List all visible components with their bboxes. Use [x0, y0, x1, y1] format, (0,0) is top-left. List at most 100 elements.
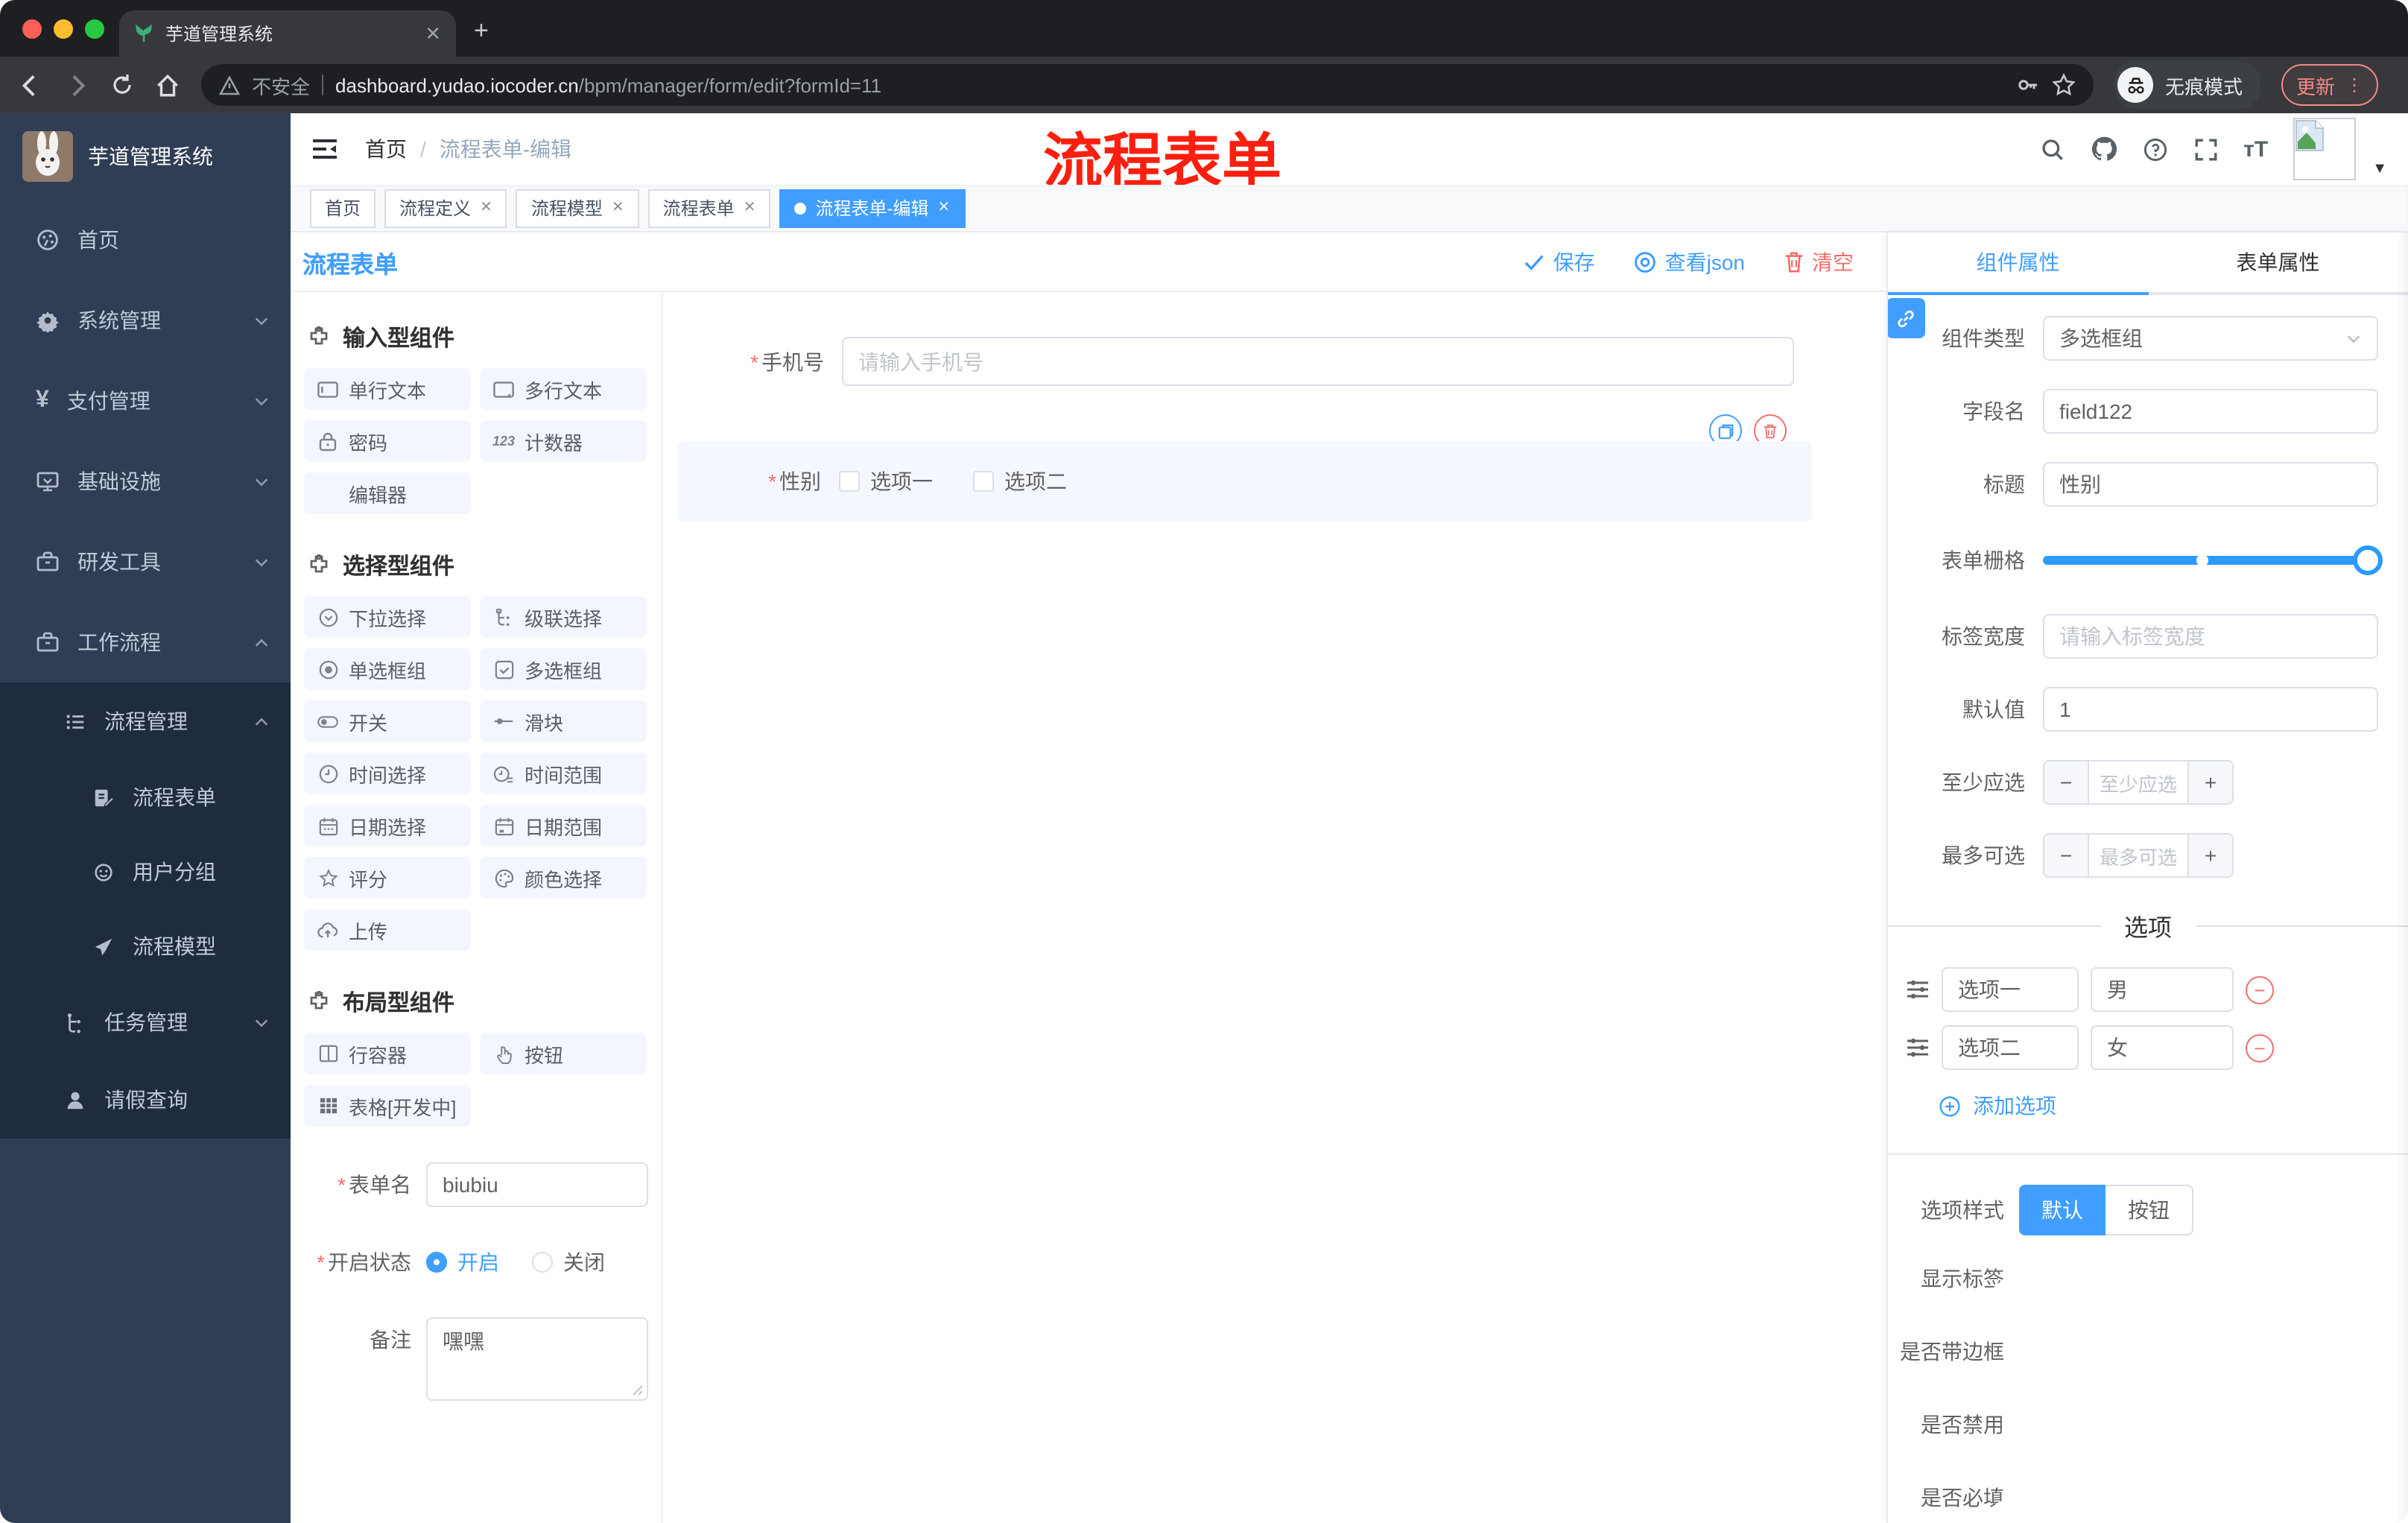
option2-label-input[interactable]: 选项二 [1942, 1025, 2079, 1070]
drag-handle-icon[interactable] [1906, 979, 1930, 1000]
gender-option2-checkbox[interactable]: 选项二 [973, 466, 1067, 496]
reload-icon[interactable] [110, 73, 134, 97]
fullscreen-icon[interactable] [2193, 136, 2218, 162]
palette-item-table[interactable]: 表格[开发中] [304, 1085, 471, 1127]
max-select-input[interactable]: 最多可选 [2088, 835, 2189, 876]
sidebar-item-process-model[interactable]: 流程模型 [0, 909, 291, 984]
palette-item-color[interactable]: 颜色选择 [480, 857, 647, 899]
form-name-input[interactable]: biubiu [426, 1162, 648, 1207]
status-off-radio[interactable]: 关闭 [532, 1247, 605, 1277]
increase-button[interactable]: + [2189, 835, 2232, 876]
palette-item-password[interactable]: 密码 [304, 420, 471, 462]
search-icon[interactable] [2039, 136, 2065, 162]
tab-home[interactable]: 首页 [310, 189, 376, 227]
bookmark-star-icon[interactable] [2052, 73, 2076, 97]
palette-item-date[interactable]: 日期选择 [304, 805, 471, 846]
palette-item-rate[interactable]: 评分 [304, 857, 471, 899]
remove-option-button[interactable]: − [2246, 1033, 2274, 1062]
tab-process-model[interactable]: 流程模型 ✕ [516, 189, 639, 227]
title-input[interactable]: 性别 [2043, 462, 2378, 507]
view-json-button[interactable]: 查看json [1634, 247, 1745, 276]
option2-value-input[interactable]: 女 [2091, 1025, 2234, 1070]
minimize-window-button[interactable] [54, 19, 73, 39]
tab-form-props[interactable]: 表单属性 [2148, 232, 2408, 292]
palette-item-select[interactable]: 下拉选择 [304, 596, 471, 638]
browser-menu-icon[interactable]: ⋮ [2345, 75, 2363, 95]
palette-item-row-container[interactable]: 行容器 [304, 1033, 471, 1074]
palette-item-slider[interactable]: 滑块 [480, 700, 647, 742]
drag-handle-icon[interactable] [1906, 1037, 1930, 1058]
address-bar[interactable]: 不安全 dashboard.yudao.iocoder.cn/bpm/manag… [201, 64, 2094, 106]
palette-item-time[interactable]: 时间选择 [304, 753, 471, 794]
close-window-button[interactable] [22, 19, 42, 39]
option1-label-input[interactable]: 选项一 [1942, 967, 2079, 1012]
save-button[interactable]: 保存 [1524, 247, 1595, 276]
style-button-button[interactable]: 按钮 [2106, 1185, 2193, 1235]
tab-component-props[interactable]: 组件属性 [1888, 232, 2148, 292]
palette-item-time-range[interactable]: 时间范围 [480, 753, 647, 794]
min-select-input[interactable]: 至少应选 [2088, 762, 2189, 803]
default-value-input[interactable]: 1 [2043, 687, 2378, 732]
breadcrumb-home[interactable]: 首页 [365, 134, 407, 164]
sidebar-item-devtools[interactable]: 研发工具 [0, 522, 291, 602]
tab-close-icon[interactable]: ✕ [425, 22, 441, 45]
close-icon[interactable]: ✕ [612, 200, 624, 216]
sidebar-item-leave-query[interactable]: 请假查询 [0, 1061, 291, 1139]
zoom-window-button[interactable] [85, 19, 104, 39]
close-icon[interactable]: ✕ [744, 200, 756, 216]
clear-button[interactable]: 清空 [1784, 247, 1854, 276]
selected-component-gender[interactable]: * 性别 选项一 选项二 [678, 441, 1812, 522]
grid-slider[interactable] [2043, 545, 2383, 575]
style-default-button[interactable]: 默认 [2019, 1185, 2106, 1235]
slider-handle[interactable] [2353, 545, 2383, 575]
avatar[interactable] [2293, 118, 2357, 180]
remove-option-button[interactable]: − [2246, 975, 2274, 1004]
sidebar-item-infrastructure[interactable]: 基础设施 [0, 441, 291, 522]
resize-handle-icon[interactable] [632, 1384, 644, 1396]
palette-item-date-range[interactable]: 日期范围 [480, 805, 647, 846]
decrease-button[interactable]: − [2044, 762, 2088, 803]
phone-field-input[interactable]: 请输入手机号 [842, 337, 1794, 386]
key-icon[interactable] [2016, 73, 2040, 97]
sidebar-item-system[interactable]: 系统管理 [0, 280, 291, 361]
browser-tab[interactable]: 芋道管理系统 ✕ [119, 10, 456, 57]
label-width-input[interactable]: 请输入标签宽度 [2043, 614, 2378, 659]
help-icon[interactable] [2142, 136, 2167, 162]
gender-option1-checkbox[interactable]: 选项一 [839, 466, 933, 496]
home-icon[interactable] [155, 72, 180, 98]
font-size-icon[interactable]: тT [2243, 136, 2268, 162]
palette-item-counter[interactable]: 123 计数器 [480, 420, 647, 462]
palette-item-single-text[interactable]: 单行文本 [304, 368, 471, 410]
forward-icon[interactable] [64, 72, 89, 98]
decrease-button[interactable]: − [2044, 835, 2088, 876]
link-icon[interactable] [1888, 298, 1925, 338]
avatar-caret-icon[interactable]: ▼ [2372, 161, 2387, 177]
tab-process-form[interactable]: 流程表单 ✕ [647, 189, 771, 227]
palette-item-checkbox-group[interactable]: 多选框组 [480, 648, 647, 690]
sidebar-item-task-mgmt[interactable]: 任务管理 [0, 984, 291, 1061]
github-icon[interactable] [2090, 136, 2117, 162]
new-tab-button[interactable]: + [474, 18, 489, 43]
back-icon[interactable] [18, 72, 43, 98]
phone-field-row[interactable]: * 手机号 请输入手机号 [663, 337, 1886, 386]
remark-textarea[interactable]: 嘿嘿 [426, 1317, 648, 1401]
close-icon[interactable]: ✕ [480, 200, 492, 216]
sidebar-item-user-group[interactable]: 用户分组 [0, 835, 291, 909]
close-icon[interactable]: ✕ [937, 200, 950, 216]
add-option-button[interactable]: 添加选项 [1939, 1091, 2408, 1121]
sidebar-item-process-form[interactable]: 流程表单 [0, 760, 291, 835]
sidebar-logo[interactable]: 芋道管理系统 [0, 113, 291, 200]
palette-item-upload[interactable]: 上传 [304, 909, 471, 951]
palette-item-editor[interactable]: 编辑器 [304, 472, 471, 514]
sidebar-item-process-mgmt[interactable]: 流程管理 [0, 683, 291, 760]
palette-item-button[interactable]: 按钮 [480, 1033, 647, 1074]
increase-button[interactable]: + [2189, 762, 2232, 803]
update-button[interactable]: 更新 ⋮ [2281, 64, 2379, 106]
palette-item-radio-group[interactable]: 单选框组 [304, 648, 471, 690]
panel-scrollbar[interactable] [2396, 232, 2408, 1523]
palette-item-switch[interactable]: 开关 [304, 700, 471, 742]
collapse-sidebar-icon[interactable] [311, 137, 338, 161]
option1-value-input[interactable]: 男 [2091, 967, 2234, 1012]
status-on-radio[interactable]: 开启 [426, 1247, 499, 1277]
sidebar-item-home[interactable]: 首页 [0, 200, 291, 280]
